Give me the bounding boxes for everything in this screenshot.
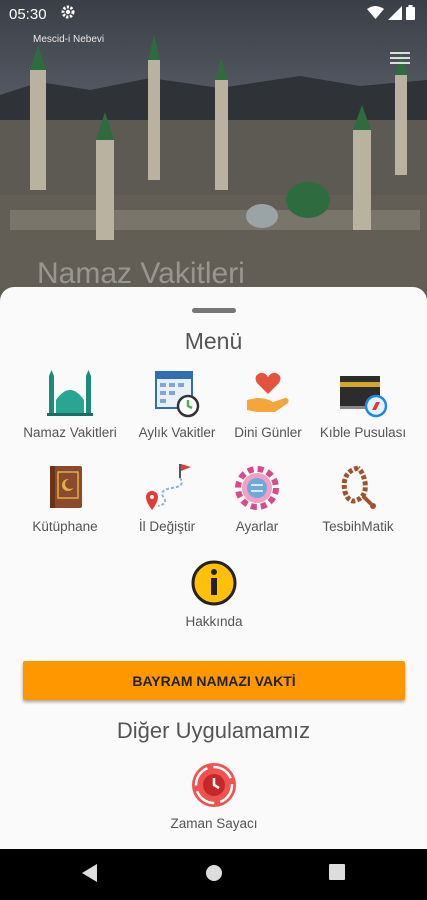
menu-item-label: Dini Günler (234, 425, 302, 440)
menu-bottom-sheet: Menü Namaz Vakitleri Aylık Vakitler Dini… (0, 287, 427, 849)
home-icon[interactable] (205, 864, 223, 887)
prayer-beads-icon (341, 465, 376, 509)
status-bar: 05:30 (0, 0, 427, 28)
system-icons (367, 5, 415, 20)
menu-item-namaz-vakitleri[interactable]: Namaz Vakitleri (16, 370, 124, 440)
drag-handle[interactable] (192, 308, 236, 313)
mosque-icon (47, 370, 93, 416)
gear-icon (235, 466, 279, 510)
heart-hand-icon (247, 372, 289, 412)
menu-item-ayarlar[interactable]: Ayarlar (203, 464, 311, 534)
menu-item-dini-gunler[interactable]: Dini Günler (214, 370, 322, 440)
menu-item-label: Kıble Pusulası (319, 425, 407, 440)
recents-icon[interactable] (329, 864, 345, 885)
menu-item-hakkinda[interactable]: Hakkında (160, 559, 268, 629)
route-pin-icon (146, 464, 191, 510)
menu-item-label: TesbihMatik (322, 519, 394, 534)
menu-title: Menü (184, 328, 243, 354)
navigation-bar (0, 849, 427, 900)
monthly-calendar-icon (155, 371, 200, 418)
battery-icon (406, 5, 415, 20)
back-icon[interactable] (82, 864, 98, 887)
wifi-icon (367, 5, 384, 19)
kaaba-compass-icon (340, 376, 388, 418)
menu-item-kible-pusulasi[interactable]: Kıble Pusulası (309, 370, 417, 440)
menu-item-tesbihmatik[interactable]: TesbihMatik (304, 464, 412, 534)
settings-status-icon (60, 4, 76, 24)
other-app-zaman-sayaci[interactable]: Zaman Sayacı (160, 761, 268, 831)
timer-app-icon (192, 763, 236, 807)
other-app-label: Zaman Sayacı (170, 816, 258, 831)
bayram-namazi-button[interactable]: BAYRAM NAMAZI VAKTİ (23, 661, 405, 700)
menu-item-label: Namaz Vakitleri (23, 425, 117, 440)
book-icon (50, 466, 82, 508)
background-title: Namaz Vakitleri (37, 257, 245, 290)
info-icon (191, 560, 237, 606)
location-name: Mescid-i Nebevi (33, 34, 105, 45)
status-time: 05:30 (9, 6, 47, 23)
menu-icon[interactable] (390, 50, 410, 71)
menu-item-label: Ayarlar (235, 519, 279, 534)
menu-item-kutuphane[interactable]: Kütüphane (11, 464, 119, 534)
menu-item-label: Hakkında (185, 614, 243, 629)
other-apps-title: Diğer Uygulamamız (116, 718, 311, 743)
menu-item-label: Kütüphane (32, 519, 98, 534)
signal-icon (388, 5, 402, 20)
